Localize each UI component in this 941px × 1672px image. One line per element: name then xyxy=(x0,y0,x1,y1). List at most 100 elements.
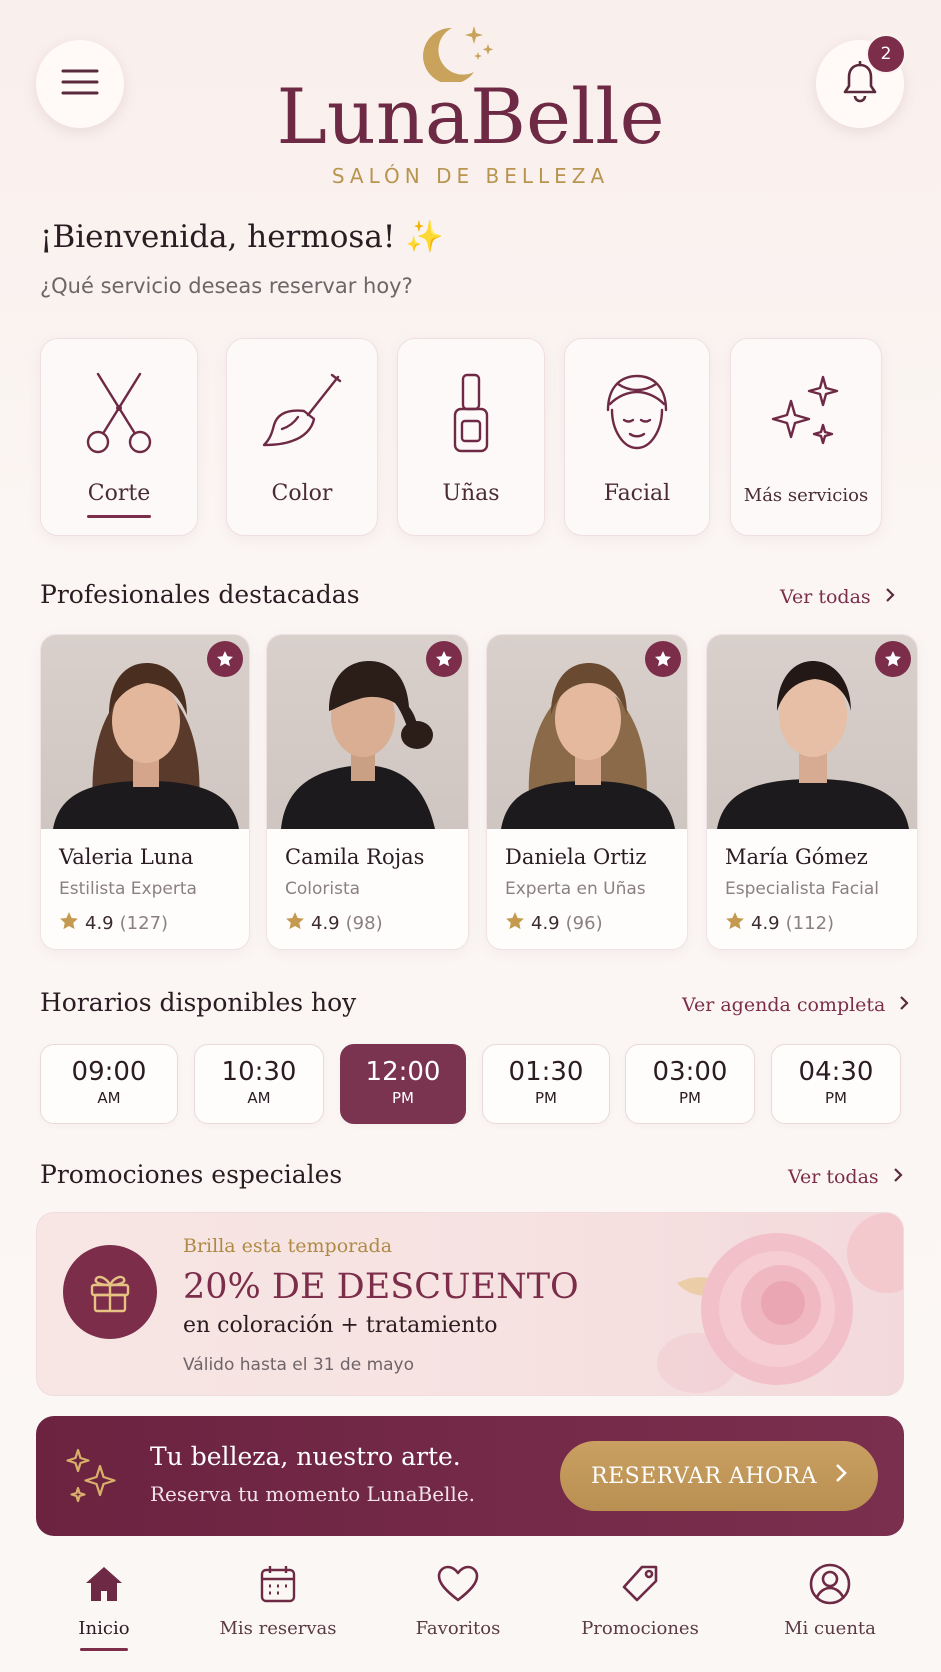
service-label: Uñas xyxy=(442,481,500,506)
tag-icon xyxy=(560,1562,720,1606)
chevron-right-icon xyxy=(893,1166,903,1188)
service-label: Color xyxy=(271,481,333,506)
heart-icon xyxy=(378,1562,538,1606)
rating-value: 4.9 xyxy=(311,913,340,934)
nav-inicio[interactable]: Inicio xyxy=(24,1562,184,1639)
slot-time: 03:00 xyxy=(652,1057,728,1087)
see-all-label: Ver todas xyxy=(780,586,871,608)
sparkles-icon xyxy=(731,369,881,457)
full-schedule-link[interactable]: Ver agenda completa xyxy=(682,994,909,1016)
service-card-unas[interactable]: Uñas xyxy=(397,338,545,536)
nav-mi-cuenta[interactable]: Mi cuenta xyxy=(750,1562,910,1639)
service-label: Facial xyxy=(603,481,671,506)
professional-role: Especialista Facial xyxy=(725,879,879,899)
time-slot[interactable]: 01:30 PM xyxy=(482,1044,610,1124)
star-icon xyxy=(59,911,79,936)
featured-star-badge xyxy=(875,641,911,677)
rating-value: 4.9 xyxy=(85,913,114,934)
time-slot[interactable]: 09:00 AM xyxy=(40,1044,178,1124)
chevron-right-icon xyxy=(835,1463,847,1489)
nav-favoritos[interactable]: Favoritos xyxy=(378,1562,538,1639)
service-card-facial[interactable]: Facial xyxy=(564,338,710,536)
brand-logo-text: LunaBelle xyxy=(276,72,665,161)
promotion-card[interactable]: Brilla esta temporada 20% DE DESCUENTO e… xyxy=(36,1212,904,1396)
promotions-see-all-link[interactable]: Ver todas xyxy=(788,1166,903,1188)
service-card-mas-servicios[interactable]: Más servicios xyxy=(730,338,882,536)
service-label: Más servicios xyxy=(743,485,869,506)
promotions-title: Promociones especiales xyxy=(40,1160,343,1189)
brush-icon xyxy=(227,369,377,457)
featured-star-badge xyxy=(207,641,243,677)
slot-period: PM xyxy=(825,1089,847,1107)
slot-period: AM xyxy=(247,1089,271,1107)
professional-role: Estilista Experta xyxy=(59,879,197,899)
featured-star-badge xyxy=(426,641,462,677)
book-now-button[interactable]: RESERVAR AHORA xyxy=(560,1441,878,1511)
professional-name: Daniela Ortiz xyxy=(505,845,647,869)
professional-rating: 4.9 (127) xyxy=(59,911,168,936)
chevron-right-icon xyxy=(885,586,895,608)
slot-period: PM xyxy=(535,1089,557,1107)
professional-role: Experta en Uñas xyxy=(505,879,646,899)
face-towel-icon xyxy=(565,369,709,457)
slot-time: 12:00 xyxy=(365,1057,441,1087)
nail-polish-icon xyxy=(398,369,544,457)
nav-mis-reservas[interactable]: Mis reservas xyxy=(198,1562,358,1639)
professional-photo xyxy=(707,635,917,829)
nav-label: Promociones xyxy=(581,1618,699,1639)
nav-label: Inicio xyxy=(78,1618,130,1639)
professional-card-valeria[interactable]: Valeria Luna Estilista Experta 4.9 (127) xyxy=(40,634,250,950)
professional-card-maria[interactable]: María Gómez Especialista Facial 4.9 (112… xyxy=(706,634,918,950)
book-now-label: RESERVAR AHORA xyxy=(591,1463,817,1489)
service-label: Corte xyxy=(87,481,151,506)
professional-photo xyxy=(41,635,249,829)
professional-rating: 4.9 (112) xyxy=(725,911,834,936)
gift-icon xyxy=(63,1245,157,1339)
service-card-corte[interactable]: Corte xyxy=(40,338,198,536)
professional-card-daniela[interactable]: Daniela Ortiz Experta en Uñas 4.9 (96) xyxy=(486,634,688,950)
time-slot[interactable]: 04:30 PM xyxy=(771,1044,901,1124)
slot-period: PM xyxy=(679,1089,701,1107)
professional-name: María Gómez xyxy=(725,845,868,869)
nav-label: Mis reservas xyxy=(219,1618,337,1639)
professional-role: Colorista xyxy=(285,879,361,899)
slot-period: AM xyxy=(97,1089,121,1107)
brand-subtitle: SALÓN DE BELLEZA xyxy=(331,164,610,188)
service-card-color[interactable]: Color xyxy=(226,338,378,536)
nav-label: Favoritos xyxy=(415,1618,501,1639)
review-count: (96) xyxy=(565,913,603,934)
professional-rating: 4.9 (98) xyxy=(285,911,383,936)
time-slot-selected[interactable]: 12:00 PM xyxy=(340,1044,466,1124)
slot-period: PM xyxy=(392,1089,414,1107)
professionals-see-all-link[interactable]: Ver todas xyxy=(780,586,895,608)
sparkles-icon xyxy=(64,1448,120,1508)
cta-headline: Tu belleza, nuestro arte. xyxy=(150,1442,461,1471)
schedule-title: Horarios disponibles hoy xyxy=(40,988,357,1017)
star-icon xyxy=(285,911,305,936)
professional-photo xyxy=(487,635,687,829)
professional-rating: 4.9 (96) xyxy=(505,911,603,936)
review-count: (98) xyxy=(345,913,383,934)
star-icon xyxy=(505,911,525,936)
booking-cta-banner: Tu belleza, nuestro arte. Reserva tu mom… xyxy=(36,1416,904,1536)
slot-time: 09:00 xyxy=(71,1057,147,1087)
full-schedule-label: Ver agenda completa xyxy=(682,994,886,1016)
slot-time: 01:30 xyxy=(508,1057,584,1087)
welcome-title: ¡Bienvenida, hermosa! ✨ xyxy=(40,219,444,255)
professional-card-camila[interactable]: Camila Rojas Colorista 4.9 (98) xyxy=(266,634,469,950)
active-tab-indicator xyxy=(80,1648,128,1651)
calendar-icon xyxy=(198,1562,358,1606)
chevron-right-icon xyxy=(899,994,909,1016)
slot-time: 04:30 xyxy=(798,1057,874,1087)
rating-value: 4.9 xyxy=(531,913,560,934)
home-icon xyxy=(24,1562,184,1606)
promo-headline: 20% DE DESCUENTO xyxy=(183,1267,579,1307)
professional-photo xyxy=(267,635,468,829)
peony-flower-decoration xyxy=(657,1213,903,1393)
time-slot[interactable]: 03:00 PM xyxy=(625,1044,755,1124)
promo-detail: en coloración + tratamiento xyxy=(183,1313,498,1338)
welcome-subtitle: ¿Qué servicio deseas reservar hoy? xyxy=(40,274,413,298)
nav-promociones[interactable]: Promociones xyxy=(560,1562,720,1639)
time-slot[interactable]: 10:30 AM xyxy=(194,1044,324,1124)
review-count: (127) xyxy=(119,913,169,934)
